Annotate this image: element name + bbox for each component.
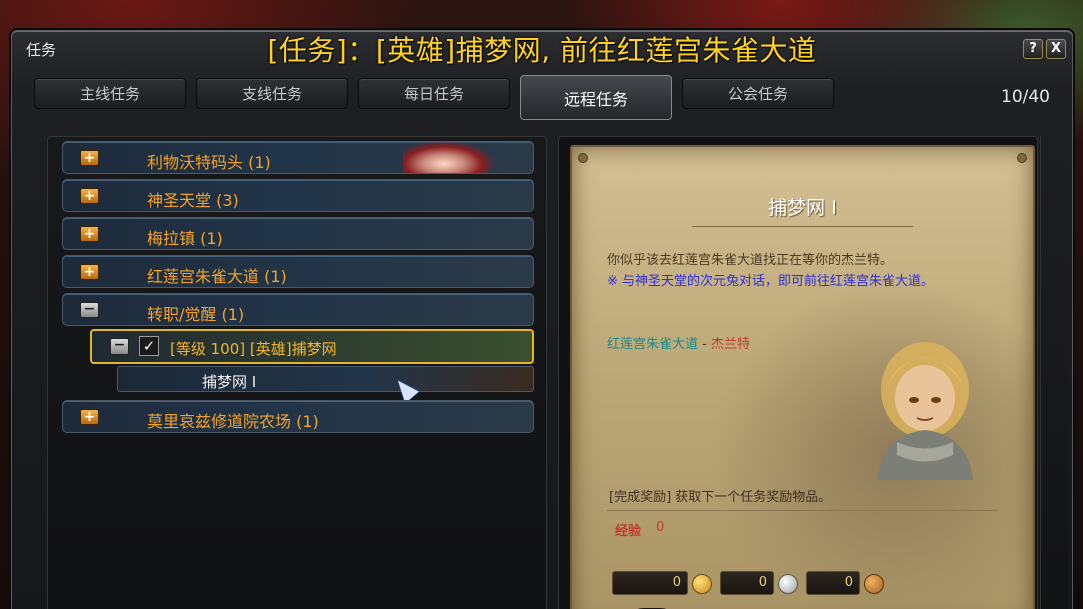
checkbox-checked-icon[interactable]: ✓ (139, 336, 159, 356)
plus-icon[interactable]: + (80, 226, 99, 242)
description-text: 你似乎该去红莲宫朱雀大道找正在等你的杰兰特。 (607, 253, 894, 268)
side-scroll-strip (1040, 136, 1068, 609)
help-button[interactable]: ? (1023, 39, 1043, 59)
quest-list-panel: + 利物沃特码头 (1) + 神圣天堂 (3) + 梅拉镇 (1) + 红莲宫朱… (47, 136, 547, 609)
plus-icon[interactable]: + (80, 264, 99, 280)
mouse-cursor-icon (391, 374, 419, 404)
bronze-amount: 0 (806, 571, 860, 595)
category-row[interactable]: + 神圣天堂 (3) (62, 179, 534, 212)
scroll-corner-icon (1017, 153, 1027, 163)
bronze-coin-icon (864, 574, 884, 594)
detail-description: 你似乎该去红莲宫朱雀大道找正在等你的杰兰特。 ※ 与神圣天堂的次元兔对话，即可前… (607, 250, 1007, 292)
quest-sub-item[interactable]: 捕梦网 I (117, 366, 534, 404)
location-name[interactable]: 红莲宫朱雀大道 (607, 337, 698, 352)
silver-amount: 0 (720, 571, 774, 595)
tab-daily-quest[interactable]: 每日任务 (358, 78, 510, 109)
minus-icon[interactable]: − (80, 302, 99, 318)
quest-item-label: [等级 100] [英雄]捕梦网 (170, 340, 337, 358)
category-label: 莫里哀兹修道院农场 (1) (147, 412, 319, 431)
reward-text: [完成奖励] 获取下一个任务奖励物品。 (609, 490, 832, 505)
close-button[interactable]: X (1046, 39, 1066, 59)
category-label: 转职/觉醒 (1) (147, 305, 245, 324)
tab-guild-quest[interactable]: 公会任务 (682, 78, 834, 109)
sub-item-label: 捕梦网 I (202, 373, 257, 391)
quest-title: [任务]：[英雄]捕梦网, 前往红莲宫朱雀大道 (267, 34, 817, 67)
category-row[interactable]: + 利物沃特码头 (1) (62, 141, 534, 174)
quest-count: 10/40 (1001, 87, 1050, 107)
collapse-icon[interactable]: − (110, 338, 129, 355)
scroll-corner-icon (578, 153, 588, 163)
quest-location: 红莲宫朱雀大道 - 杰兰特 (607, 333, 750, 352)
tab-side-quest[interactable]: 支线任务 (196, 78, 348, 109)
reward-divider (607, 510, 998, 511)
plus-icon[interactable]: + (80, 409, 99, 425)
category-label: 利物沃特码头 (1) (147, 153, 271, 172)
quest-window: 任务 [任务]：[英雄]捕梦网, 前往红莲宫朱雀大道 ? X 主线任务 支线任务… (11, 30, 1073, 609)
category-label: 梅拉镇 (1) (147, 229, 223, 248)
gold-amount: 0 (612, 571, 688, 595)
category-row[interactable]: + 梅拉镇 (1) (62, 217, 534, 250)
plus-icon[interactable]: + (80, 150, 99, 166)
location-separator: - (698, 337, 711, 352)
category-row[interactable]: + 莫里哀兹修道院农场 (1) (62, 400, 534, 433)
tab-main-quest[interactable]: 主线任务 (34, 78, 186, 109)
silver-coin-icon (778, 574, 798, 594)
gold-coin-icon (692, 574, 712, 594)
quest-item-selected[interactable]: − ✓ [等级 100] [英雄]捕梦网 (90, 329, 534, 364)
category-label: 红莲宫朱雀大道 (1) (147, 267, 287, 286)
character-portrait (403, 142, 493, 173)
detail-title: 捕梦网 I (768, 197, 837, 219)
plus-icon[interactable]: + (80, 188, 99, 204)
exp-label: 经验 (615, 524, 642, 539)
tab-remote-quest[interactable]: 远程任务 (520, 75, 672, 120)
category-row[interactable]: + 红莲宫朱雀大道 (1) (62, 255, 534, 288)
parchment-scroll: 捕梦网 I 你似乎该去红莲宫朱雀大道找正在等你的杰兰特。 ※ 与神圣天堂的次元兔… (570, 145, 1035, 609)
quest-detail-panel: 捕梦网 I 你似乎该去红莲宫朱雀大道找正在等你的杰兰特。 ※ 与神圣天堂的次元兔… (558, 136, 1038, 609)
exp-value: 0 (656, 520, 665, 535)
category-row[interactable]: − 转职/觉醒 (1) (62, 293, 534, 326)
npc-name[interactable]: 杰兰特 (711, 337, 750, 352)
category-label: 神圣天堂 (3) (147, 191, 239, 210)
npc-portrait (877, 342, 973, 480)
title-divider (692, 226, 913, 227)
description-note: ※ 与神圣天堂的次元兔对话，即可前往红莲宫朱雀大道。 (607, 274, 935, 289)
